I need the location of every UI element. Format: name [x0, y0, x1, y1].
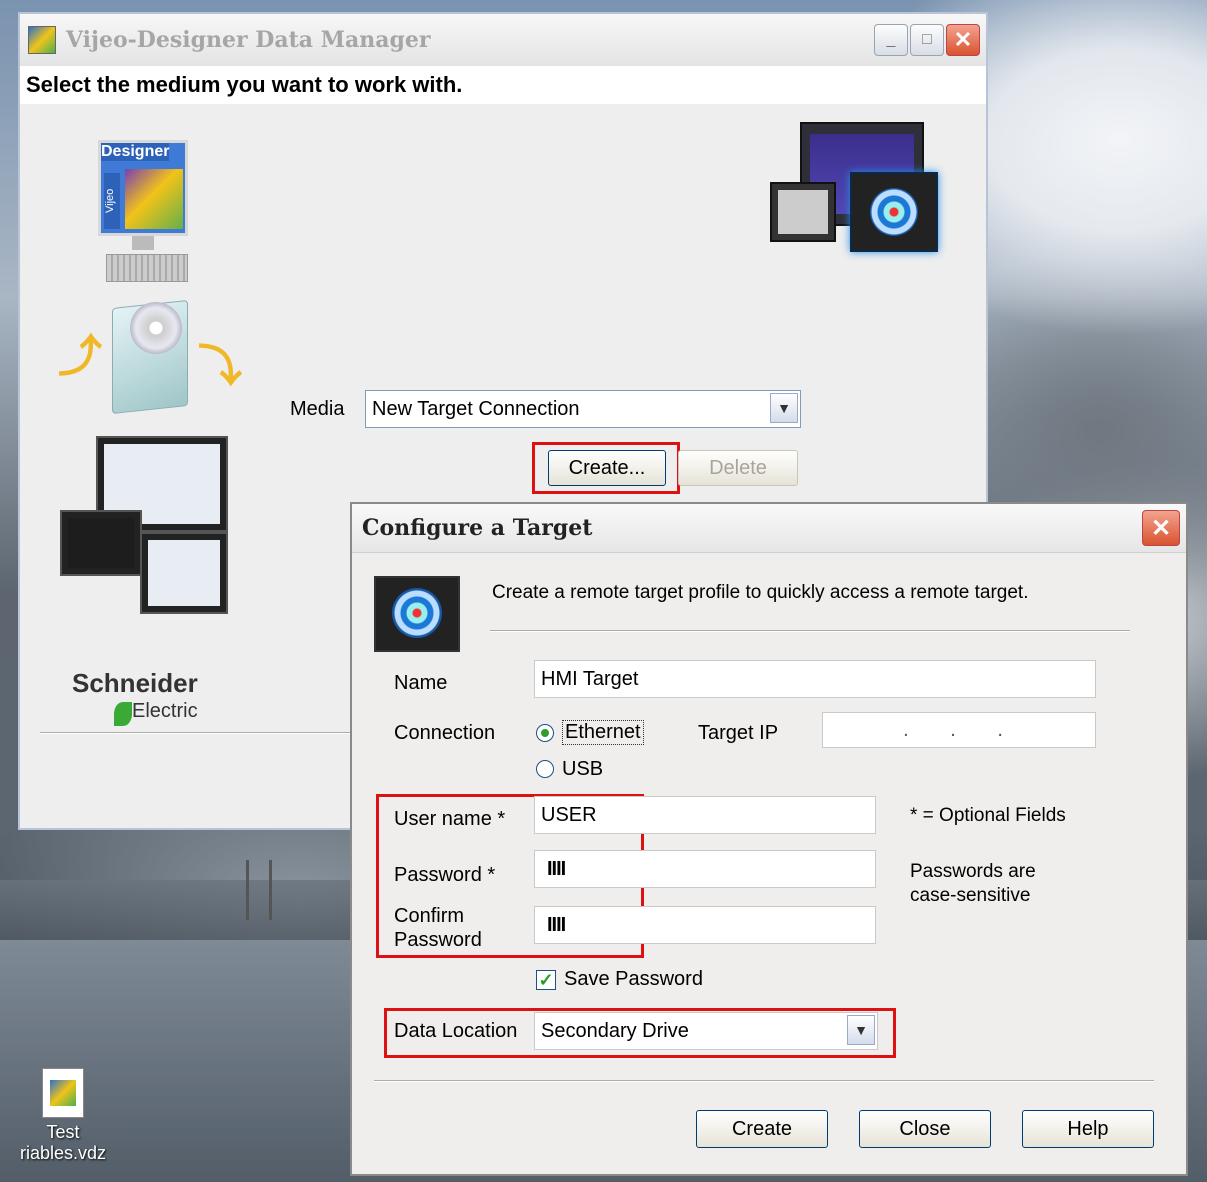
case-note-line-2: case-sensitive	[910, 885, 1031, 906]
password-input[interactable]: IIII	[534, 850, 876, 888]
save-password-label[interactable]: Save Password	[564, 968, 703, 991]
name-input[interactable]: HMI Target	[534, 660, 1096, 698]
confirm-password-label: Confirm Password	[394, 904, 482, 952]
brand-sub: Electric	[132, 700, 198, 722]
ethernet-radio[interactable]	[536, 724, 554, 742]
password-label: Password *	[394, 864, 496, 886]
target-hmi-icon	[770, 122, 940, 252]
title-bar[interactable]: Vijeo-Designer Data Manager _ □ ✕	[20, 14, 986, 66]
page-heading: Select the medium you want to work with.	[20, 66, 986, 104]
target-icon	[374, 576, 460, 652]
dialog-help-button[interactable]: Help	[1022, 1110, 1154, 1148]
media-select[interactable]: New Target Connection ▼	[365, 390, 801, 428]
minimize-button[interactable]: _	[874, 24, 908, 56]
divider-top	[490, 630, 1130, 632]
keyboard-icon	[106, 254, 188, 282]
confirm-label-line-1: Confirm	[394, 905, 465, 927]
data-location-value: Secondary Drive	[541, 1019, 689, 1042]
hmi-medium	[140, 532, 228, 614]
desktop-file-icon[interactable]: Test riables.vdz	[18, 1068, 108, 1164]
case-sensitive-note: Passwords are case-sensitive	[910, 860, 1036, 908]
media-label: Media	[290, 398, 345, 420]
divider-bottom	[374, 1080, 1154, 1082]
save-password-checkbox[interactable]: ✓	[536, 970, 556, 990]
window-title: Vijeo-Designer Data Manager	[66, 27, 431, 53]
dialog-description: Create a remote target profile to quickl…	[492, 582, 1029, 603]
vijeo-designer-icon: Designer Vijeo	[98, 140, 188, 236]
username-label: User name *	[394, 808, 506, 830]
designer-logo-text: Designer	[101, 143, 170, 161]
configure-target-dialog: Configure a Target ✕ Create a remote tar…	[350, 502, 1188, 1176]
maximize-button[interactable]: □	[910, 24, 944, 56]
monitor-stand	[132, 236, 154, 250]
case-note-line-1: Passwords are	[910, 861, 1036, 882]
desktop-icon-label-2: riables.vdz	[19, 1143, 107, 1163]
dialog-title: Configure a Target	[362, 515, 593, 541]
app-icon	[28, 26, 56, 54]
target-ip-label: Target IP	[698, 722, 779, 744]
dialog-close-button[interactable]: ✕	[1142, 510, 1180, 546]
chevron-down-icon[interactable]: ▼	[770, 393, 798, 423]
ethernet-label[interactable]: Ethernet	[562, 720, 644, 745]
target-ip-input[interactable]: . . .	[822, 712, 1096, 748]
connection-label: Connection	[394, 722, 496, 744]
confirm-password-input[interactable]: IIII	[534, 906, 876, 944]
dialog-close-btn[interactable]: Close	[859, 1110, 991, 1148]
dialog-create-button[interactable]: Create	[696, 1110, 828, 1148]
target-icon	[850, 172, 938, 252]
transfer-arrows-icon	[125, 169, 183, 229]
data-location-select[interactable]: Secondary Drive ▼	[534, 1012, 878, 1050]
dialog-title-bar[interactable]: Configure a Target ✕	[352, 504, 1186, 553]
vdz-file-icon	[42, 1068, 84, 1118]
hmi-devices-icon	[60, 436, 240, 616]
brand-name: Schneider	[72, 668, 198, 698]
vijeo-logo-text: Vijeo	[104, 173, 120, 229]
desktop-chimneys	[246, 860, 272, 920]
data-location-label: Data Location	[394, 1020, 518, 1042]
username-input[interactable]: USER	[534, 796, 876, 834]
schneider-leaf-icon	[114, 702, 132, 726]
arrow-down-icon: ⤵	[198, 342, 242, 391]
create-button[interactable]: Create...	[548, 450, 666, 486]
usb-radio[interactable]	[536, 760, 554, 778]
confirm-label-line-2: Password	[394, 929, 482, 951]
chevron-down-icon[interactable]: ▼	[847, 1015, 875, 1045]
arrow-up-icon: ⤴	[58, 332, 102, 381]
usb-label[interactable]: USB	[562, 758, 603, 781]
hmi-small	[60, 510, 142, 576]
delete-button[interactable]: Delete	[678, 450, 798, 486]
media-select-value: New Target Connection	[372, 397, 580, 420]
desktop-icon-label-1: Test	[46, 1122, 80, 1142]
name-label: Name	[394, 672, 448, 694]
close-button[interactable]: ✕	[946, 24, 980, 56]
cd-icon	[130, 302, 182, 354]
optional-fields-note: * = Optional Fields	[910, 805, 1066, 826]
